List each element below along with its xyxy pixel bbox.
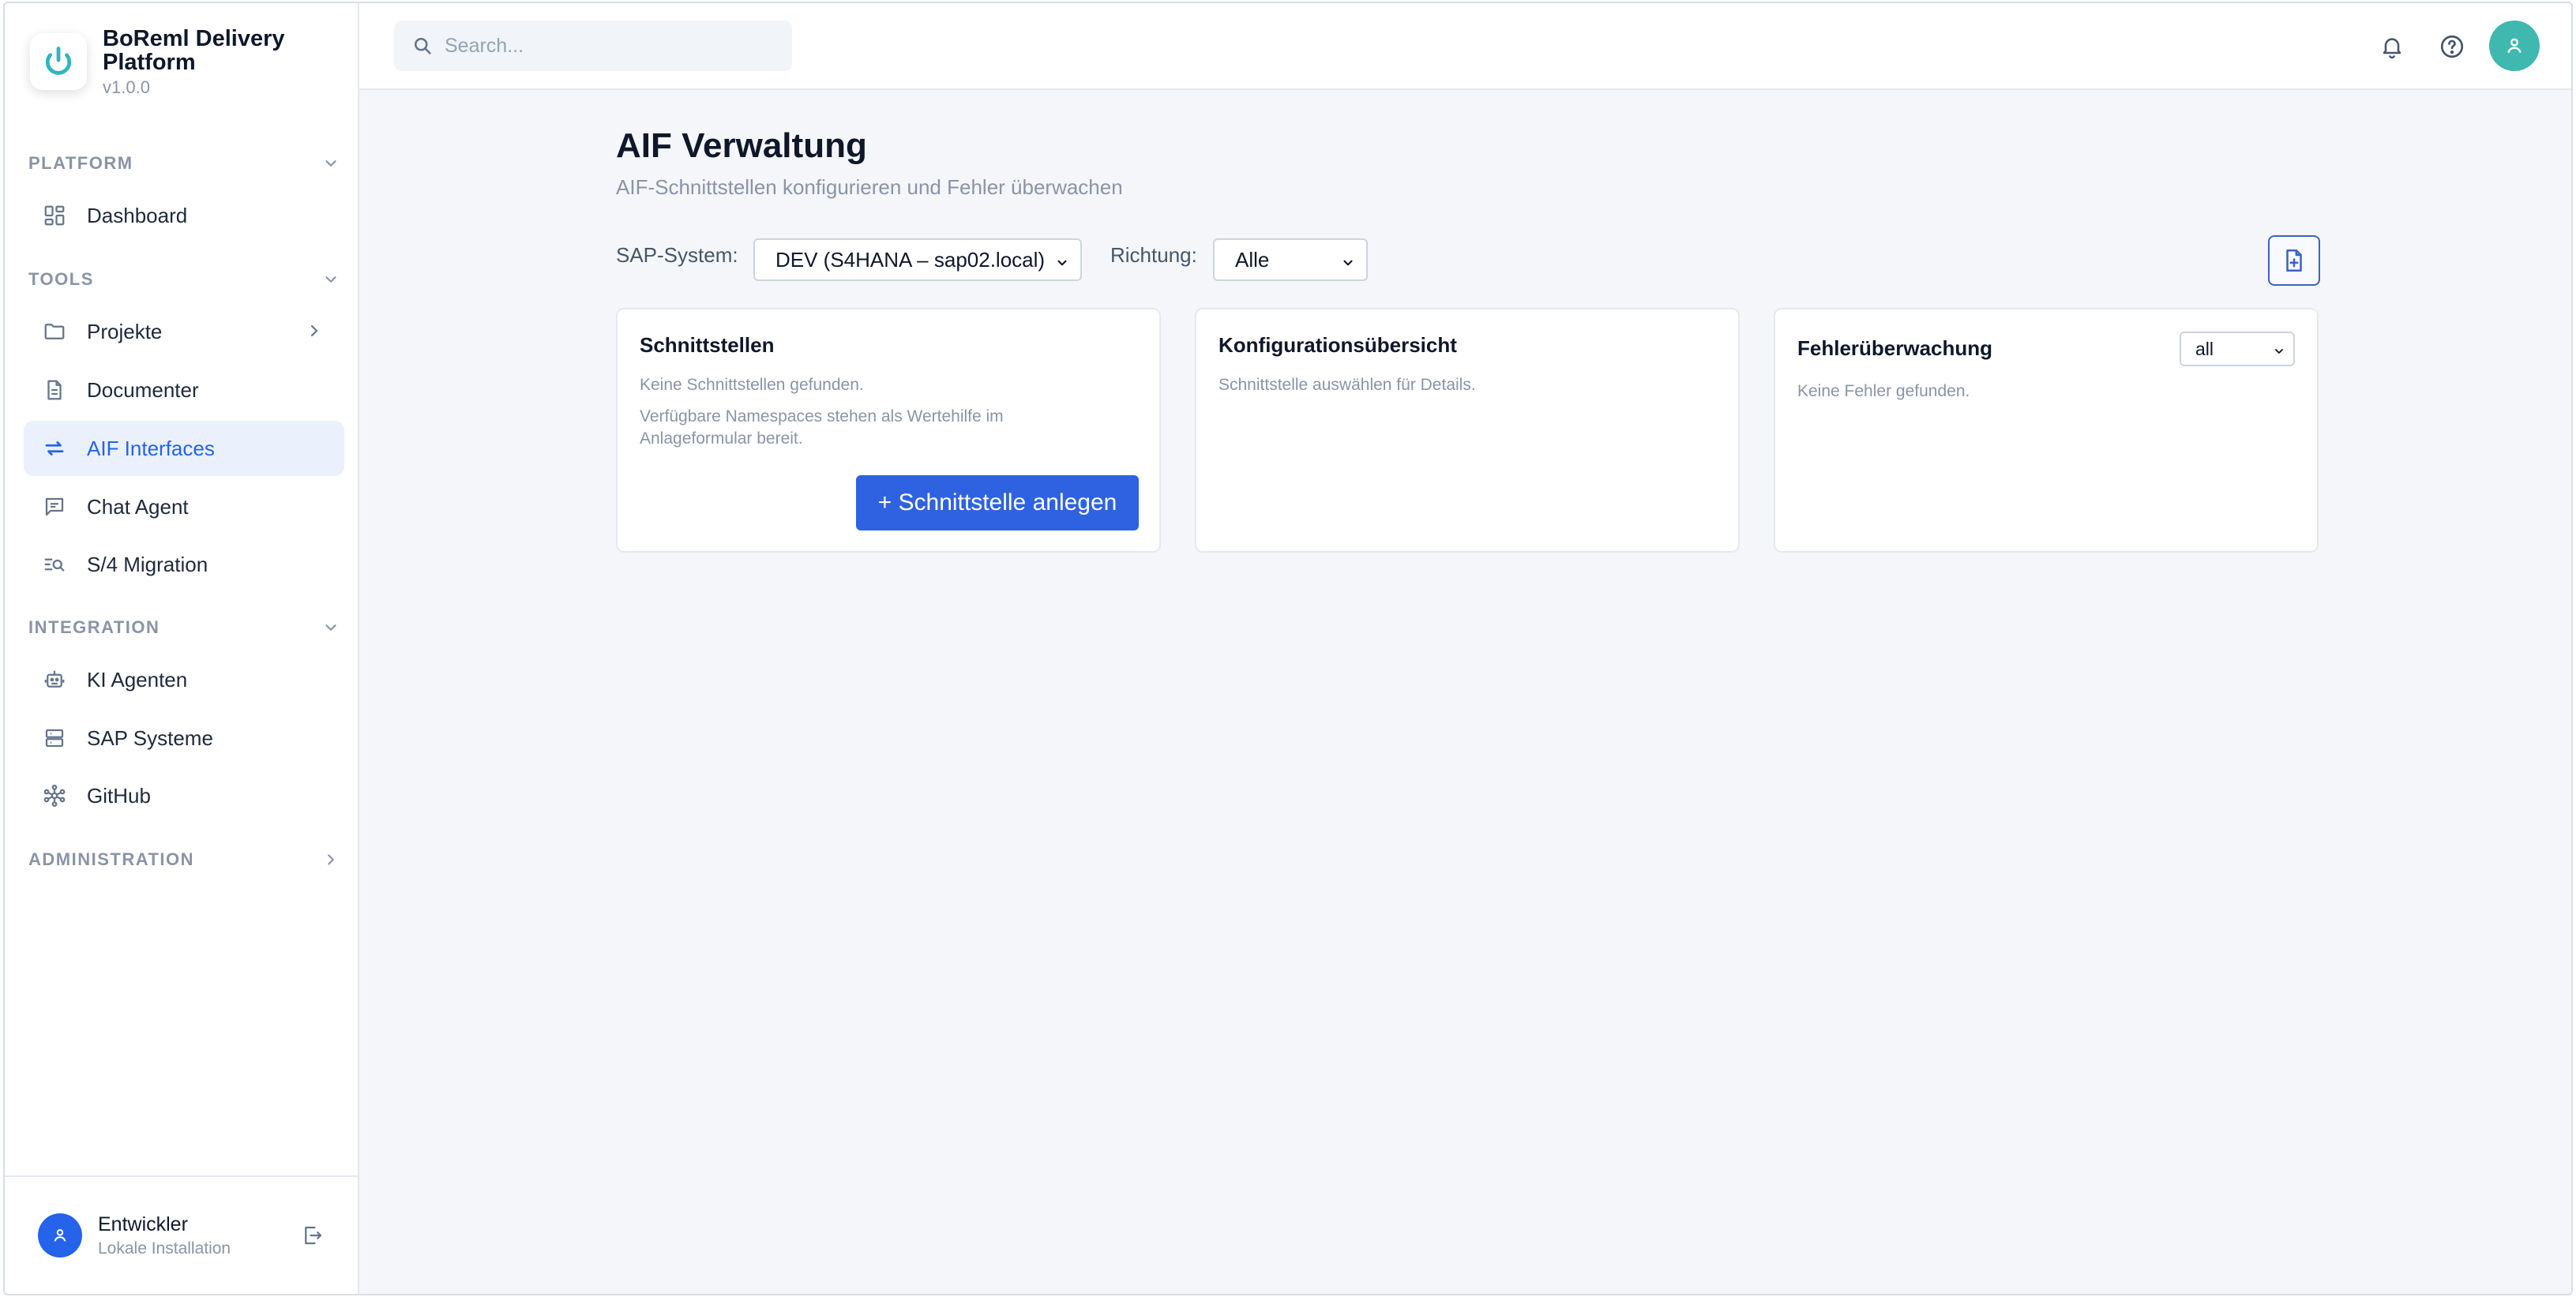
power-logo-icon bbox=[30, 33, 87, 90]
sidebar-item-label: AIF Interfaces bbox=[87, 436, 215, 460]
errors-card: Fehlerüberwachung all Keine Fehler gefun… bbox=[1774, 308, 2319, 553]
chevron-down-icon bbox=[1343, 260, 1353, 266]
sidebar-item-label: Projekte bbox=[87, 319, 163, 343]
interfaces-title: Schnittstellen bbox=[640, 333, 775, 357]
sidebar-item-label: Dashboard bbox=[87, 203, 188, 227]
chat-icon bbox=[41, 493, 68, 520]
chevron-down-icon bbox=[1057, 260, 1067, 266]
robot-icon bbox=[41, 666, 68, 693]
logout-button[interactable] bbox=[301, 1224, 325, 1251]
chevron-down-icon bbox=[325, 624, 336, 631]
user-icon bbox=[54, 1229, 66, 1242]
sidebar-item-github[interactable]: GitHub bbox=[24, 768, 344, 823]
search-icon bbox=[414, 37, 431, 54]
search-input[interactable] bbox=[445, 34, 776, 58]
sidebar-item-sap-systeme[interactable]: SAP Systeme bbox=[24, 710, 344, 766]
errors-title: Fehlerüberwachung bbox=[1797, 336, 1993, 360]
app-window: BoReml Delivery Platform v1.0.0 PLATFORM… bbox=[3, 2, 2573, 1295]
section-integration[interactable]: INTEGRATION bbox=[28, 612, 341, 643]
chevron-right-icon bbox=[310, 324, 318, 337]
arrows-exchange-icon bbox=[41, 435, 68, 462]
search-box[interactable] bbox=[394, 21, 792, 71]
sidebar-item-dashboard[interactable]: Dashboard bbox=[24, 188, 344, 243]
sidebar-item-s4-migration[interactable]: S/4 Migration bbox=[24, 537, 344, 592]
chevron-down-icon bbox=[325, 276, 336, 283]
section-title: PLATFORM bbox=[28, 153, 133, 173]
user-name: Entwickler bbox=[98, 1213, 188, 1235]
export-file-button[interactable] bbox=[2268, 235, 2320, 286]
sidebar-item-label: KI Agenten bbox=[87, 667, 188, 692]
notifications-button[interactable] bbox=[2375, 30, 2409, 63]
server-icon bbox=[41, 725, 68, 752]
sap-system-label: SAP-System: bbox=[616, 243, 738, 267]
page-subtitle: AIF-Schnittstellen konfigurieren und Feh… bbox=[616, 175, 1123, 199]
help-icon bbox=[2440, 35, 2464, 58]
config-card: Konfigurationsübersicht Schnittstelle au… bbox=[1195, 308, 1740, 553]
section-administration[interactable]: ADMINISTRATION bbox=[28, 844, 341, 875]
sidebar-item-chat-agent[interactable]: Chat Agent bbox=[24, 479, 344, 534]
interfaces-hint: Verfügbare Namespaces stehen als Wertehi… bbox=[640, 407, 1004, 448]
topbar bbox=[359, 3, 2571, 90]
user-subtitle: Lokale Installation bbox=[98, 1239, 231, 1258]
section-title: ADMINISTRATION bbox=[28, 849, 195, 869]
section-tools[interactable]: TOOLS bbox=[28, 264, 341, 295]
sidebar-item-label: Chat Agent bbox=[87, 494, 189, 519]
create-interface-button[interactable]: + Schnittstelle anlegen bbox=[856, 475, 1139, 530]
page-title: AIF Verwaltung bbox=[616, 126, 867, 165]
section-title: TOOLS bbox=[28, 269, 94, 289]
main-content: AIF Verwaltung AIF-Schnittstellen konfig… bbox=[359, 90, 2571, 1294]
brand-version: v1.0.0 bbox=[103, 77, 150, 97]
error-filter-select[interactable]: all bbox=[2180, 332, 2295, 366]
sidebar-item-label: SAP Systeme bbox=[87, 725, 213, 750]
search-list-icon bbox=[41, 551, 68, 578]
sidebar-footer: Entwickler Lokale Installation bbox=[5, 1175, 358, 1294]
help-button[interactable] bbox=[2435, 30, 2469, 63]
user-icon bbox=[2507, 38, 2522, 54]
user-avatar-button[interactable] bbox=[2489, 21, 2540, 71]
chevron-right-icon bbox=[328, 854, 334, 865]
chevron-down-icon bbox=[2275, 349, 2283, 354]
direction-value: Alle bbox=[1235, 247, 1270, 272]
direction-select[interactable]: Alle bbox=[1213, 238, 1368, 281]
brand-name: BoReml Delivery Platform bbox=[103, 26, 285, 75]
section-title: INTEGRATION bbox=[28, 617, 160, 637]
section-platform[interactable]: PLATFORM bbox=[28, 148, 341, 179]
sidebar-item-label: GitHub bbox=[87, 783, 151, 808]
sidebar: BoReml Delivery Platform v1.0.0 PLATFORM… bbox=[5, 3, 359, 1294]
interfaces-card: Schnittstellen Keine Schnittstellen gefu… bbox=[616, 308, 1161, 553]
avatar[interactable] bbox=[38, 1213, 82, 1258]
document-icon bbox=[41, 377, 68, 403]
brand[interactable]: BoReml Delivery Platform v1.0.0 bbox=[30, 27, 300, 98]
folder-icon bbox=[41, 318, 68, 345]
config-empty: Schnittstelle auswählen für Details. bbox=[1219, 376, 1476, 394]
sidebar-item-documenter[interactable]: Documenter bbox=[24, 362, 344, 418]
sidebar-item-ki-agenten[interactable]: KI Agenten bbox=[24, 652, 344, 707]
direction-label: Richtung: bbox=[1110, 243, 1197, 267]
sidebar-item-label: Documenter bbox=[87, 377, 199, 402]
config-title: Konfigurationsübersicht bbox=[1219, 333, 1457, 357]
dashboard-icon bbox=[41, 202, 68, 229]
sidebar-item-aif-interfaces[interactable]: AIF Interfaces bbox=[24, 421, 344, 476]
file-plus-icon bbox=[2286, 249, 2302, 272]
sap-system-select[interactable]: DEV (S4HANA – sap02.local) bbox=[753, 238, 1082, 281]
sap-system-value: DEV (S4HANA – sap02.local) bbox=[775, 247, 1046, 272]
error-filter-value: all bbox=[2195, 338, 2214, 359]
sidebar-item-projekte[interactable]: Projekte bbox=[24, 304, 344, 359]
interfaces-empty: Keine Schnittstellen gefunden. bbox=[640, 376, 864, 394]
bell-icon bbox=[2383, 38, 2401, 59]
logout-icon bbox=[305, 1226, 322, 1245]
sidebar-item-label: S/4 Migration bbox=[87, 552, 208, 576]
network-icon bbox=[41, 782, 68, 809]
chevron-down-icon bbox=[325, 160, 336, 167]
errors-empty: Keine Fehler gefunden. bbox=[1797, 382, 1970, 400]
